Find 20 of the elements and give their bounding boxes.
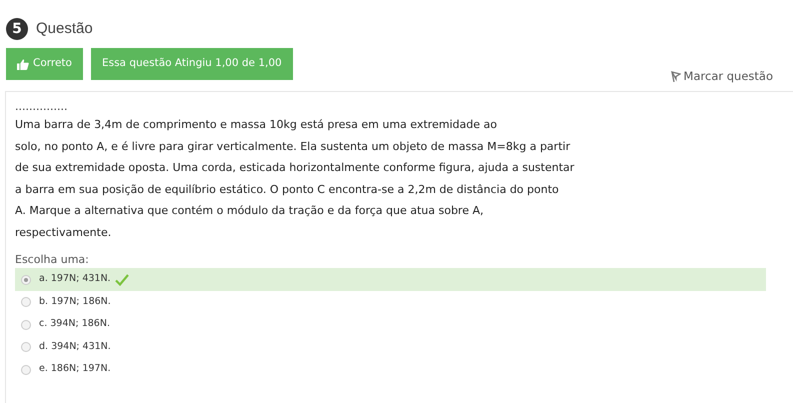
dotted-line: ............... xyxy=(15,100,68,114)
radio-button[interactable] xyxy=(21,320,31,330)
answer-option-label[interactable]: c. 394N; 186N. xyxy=(39,317,110,332)
choose-one-label: Escolha uma: xyxy=(15,252,90,268)
correct-label: Correto xyxy=(33,56,72,72)
thumbs-up-icon xyxy=(17,58,29,70)
radio-button[interactable] xyxy=(21,274,31,284)
answer-option-label[interactable]: b. 197N; 186N. xyxy=(39,294,111,310)
answer-option-label[interactable]: e. 186N; 197N. xyxy=(39,362,111,377)
radio-button[interactable] xyxy=(21,342,31,352)
flag-question-link[interactable]: Marcar questão xyxy=(670,68,773,86)
question-title: Questão xyxy=(36,18,93,39)
radio-button[interactable] xyxy=(21,364,31,374)
flag-icon xyxy=(670,71,681,82)
radio-button[interactable] xyxy=(21,297,31,307)
question-text: Uma barra de 3,4m de comprimento e massa 10kg está presa em uma extremidade ao solo, no ponto A, e é livre para girar verticalmente. Ela sustenta um objeto de massa M=8kg a partir de sua extremidade oposta. Uma corda, esticada horizontalmente conforme figura, ajuda a sustentar a barra em sua posição de equilíbrio estático. O ponto C encontra-se a 2,2m de distância do ponto A. Marque a alternativa que contém o módulo da tração e da força que atua sobre A, respectivamente. xyxy=(15,117,576,241)
grade-badge: Essa questão Atingiu 1,00 de 1,00 xyxy=(90,48,293,80)
answer-option-label[interactable]: d. 394N; 431N. xyxy=(39,340,111,354)
question-number: 5 xyxy=(6,18,28,40)
answer-option-label[interactable]: a. 197N; 431N. xyxy=(39,272,111,287)
